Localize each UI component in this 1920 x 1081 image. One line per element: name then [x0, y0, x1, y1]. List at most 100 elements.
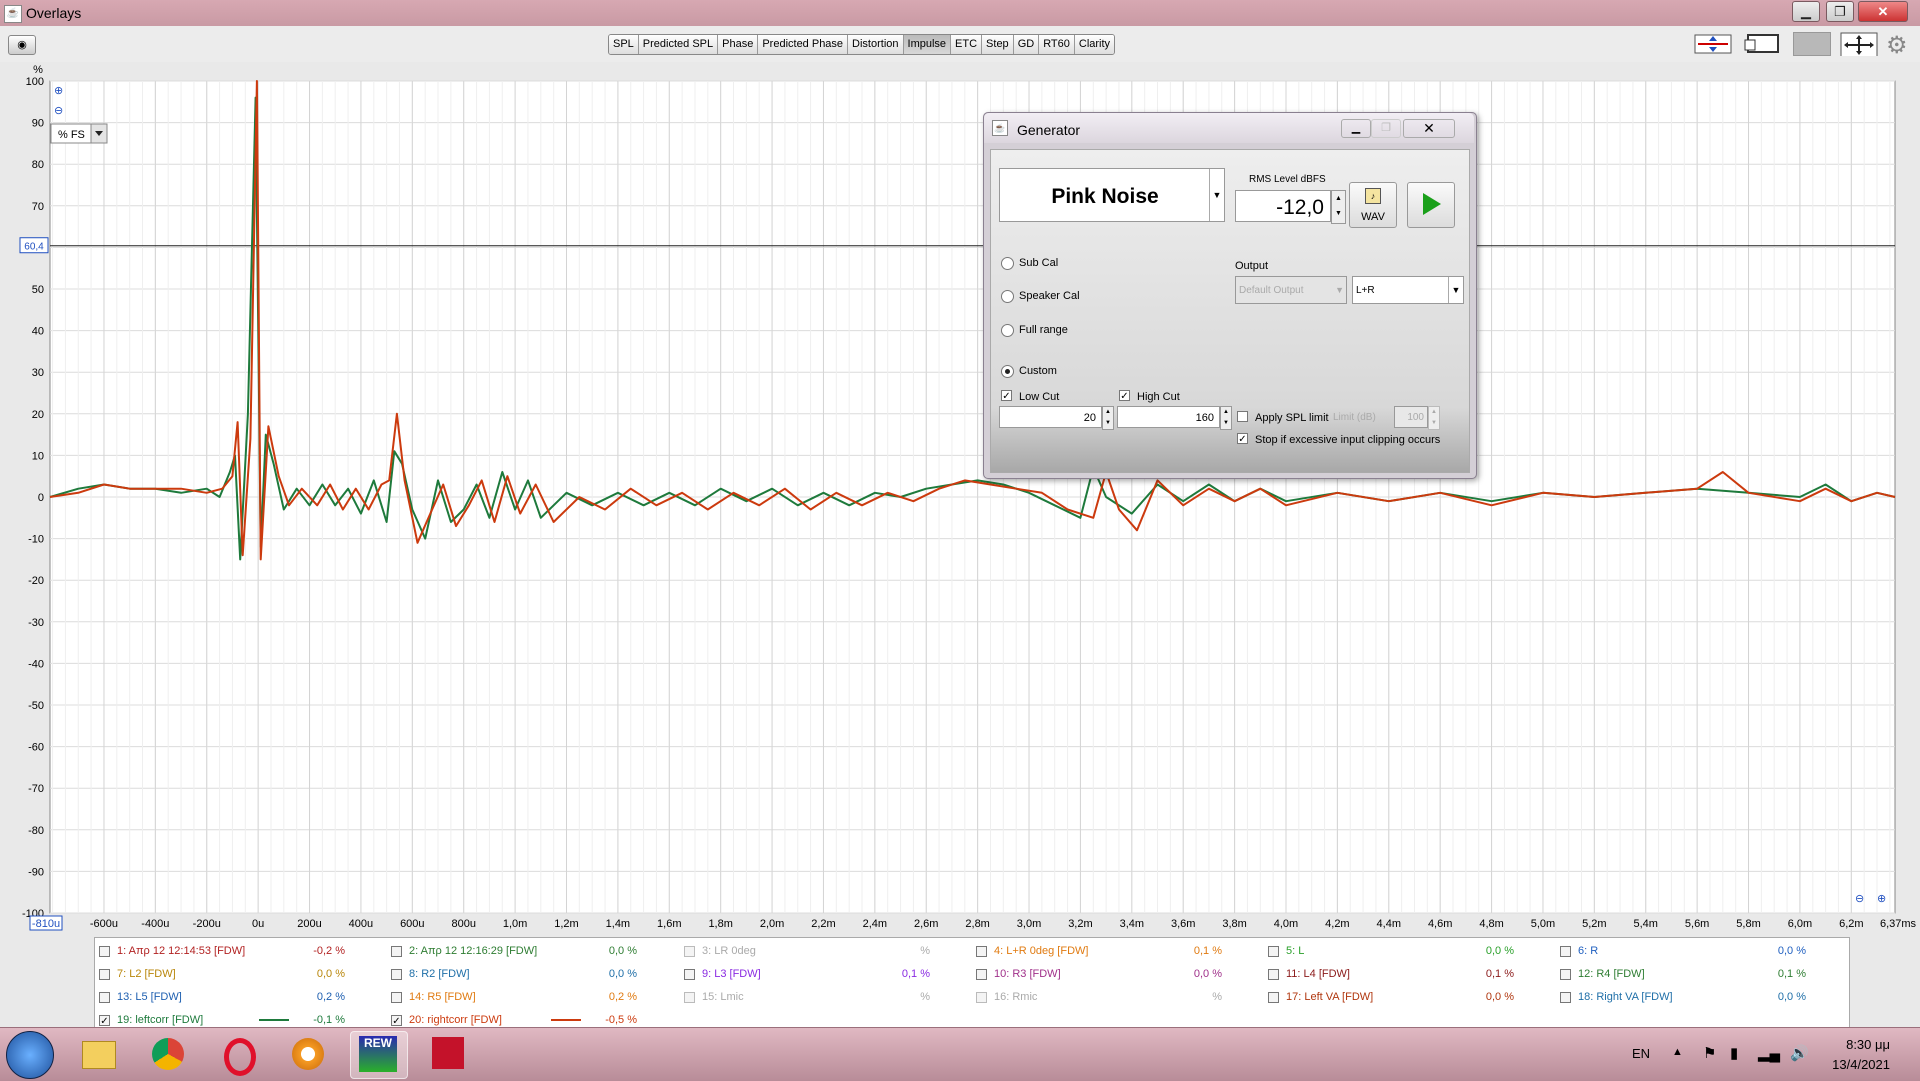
limit-input[interactable]: 100 [1394, 406, 1428, 428]
legend-checkbox[interactable] [391, 968, 402, 980]
radio-custom[interactable] [1001, 365, 1014, 378]
tab-gd[interactable]: GD [1013, 35, 1040, 54]
legend-entry[interactable]: 17: Left VA [FDW] 0,0 % [1268, 988, 1548, 1006]
play-button[interactable] [1407, 182, 1455, 228]
legend-entry[interactable]: 3: LR 0deg% [684, 942, 964, 960]
minimize-button[interactable]: ▁ [1792, 1, 1820, 22]
signal-dropdown-icon[interactable]: ▼ [1209, 169, 1224, 221]
legend-checkbox[interactable] [976, 945, 987, 957]
legend-entry[interactable]: 15: Lmic% [684, 988, 964, 1006]
legend-entry[interactable]: 18: Right VA [FDW] 0,0 % [1560, 988, 1840, 1006]
clock-date[interactable]: 13/4/2021 [1814, 1057, 1890, 1072]
tab-spl[interactable]: SPL [609, 35, 639, 54]
legend-checkbox[interactable] [1268, 991, 1279, 1003]
limits-icon[interactable] [1694, 32, 1732, 56]
high-cut-checkbox[interactable]: ✓ [1119, 390, 1130, 402]
tab-predicted-phase[interactable]: Predicted Phase [758, 35, 849, 54]
power-icon[interactable]: ▮ [1730, 1044, 1738, 1062]
legend-checkbox[interactable] [391, 945, 402, 957]
maximize-button[interactable]: ❐ [1826, 1, 1854, 22]
close-button[interactable]: ✕ [1858, 1, 1908, 22]
volume-icon[interactable]: 🔊 [1790, 1044, 1809, 1062]
tab-rt60[interactable]: RT60 [1039, 35, 1075, 54]
legend-entry[interactable]: 4: L+R 0deg [FDW] 0,1 % [976, 942, 1256, 960]
legend-entry[interactable]: 10: R3 [FDW] 0,0 % [976, 965, 1256, 983]
legend-entry[interactable]: 14: R5 [FDW] 0,2 % [391, 988, 671, 1006]
legend-entry[interactable]: 8: R2 [FDW] 0,0 % [391, 965, 671, 983]
legend-checkbox[interactable] [1560, 968, 1571, 980]
legend-checkbox[interactable] [99, 991, 110, 1003]
start-button[interactable] [6, 1031, 54, 1079]
impulse-graph[interactable]: 1009080706050403020100-10-20-30-40-50-60… [0, 62, 1920, 938]
low-cut-checkbox[interactable]: ✓ [1001, 390, 1012, 402]
tab-distortion[interactable]: Distortion [848, 35, 904, 54]
zoom-in-icon[interactable]: ⊕ [54, 85, 63, 97]
output-device-select[interactable]: Default Output ▼ [1235, 276, 1347, 304]
generator-titlebar[interactable]: ☕ Generator ▁ ❐ ✕ [984, 113, 1474, 143]
settings-gear-icon[interactable]: ⚙ [1886, 31, 1908, 60]
legend-checkbox[interactable] [99, 968, 110, 980]
move-arrows-icon[interactable] [1840, 32, 1878, 56]
browser-icon[interactable] [280, 1031, 336, 1077]
apply-spl-checkbox[interactable] [1237, 411, 1248, 422]
generator-close-button[interactable]: ✕ [1403, 119, 1455, 138]
action-center-flag-icon[interactable]: ⚑ [1703, 1044, 1716, 1062]
network-icon[interactable]: ▂▄ [1758, 1044, 1780, 1062]
legend-checkbox[interactable]: ✓ [99, 1014, 110, 1027]
show-hidden-icons[interactable]: ▲ [1672, 1046, 1683, 1058]
radio-full-range[interactable] [1001, 324, 1014, 337]
legend-checkbox[interactable] [976, 968, 987, 980]
legend-checkbox[interactable] [99, 945, 110, 957]
tab-impulse[interactable]: Impulse [903, 35, 952, 54]
rms-level-input[interactable]: -12,0 [1235, 190, 1331, 222]
wav-button[interactable]: ♪ WAV [1349, 182, 1397, 228]
tab-step[interactable]: Step [982, 35, 1014, 54]
legend-checkbox[interactable] [684, 968, 695, 980]
output-channel-select[interactable]: L+R ▼ [1352, 276, 1464, 304]
legend-entry[interactable]: 6: R 0,0 % [1560, 942, 1840, 960]
blank-panel-icon[interactable] [1793, 32, 1831, 56]
rew-app-icon[interactable]: REW [350, 1031, 408, 1079]
legend-checkbox[interactable] [1268, 968, 1279, 980]
low-cut-spinner[interactable]: ▲ ▼ [1102, 406, 1114, 430]
high-cut-input[interactable]: 160 [1117, 406, 1220, 428]
tab-predicted-spl[interactable]: Predicted SPL [638, 35, 719, 54]
language-indicator[interactable]: EN [1632, 1046, 1650, 1061]
legend-entry[interactable]: 7: L2 [FDW] 0,0 % [99, 965, 379, 983]
stop-clipping-checkbox[interactable]: ✓ [1237, 433, 1248, 445]
low-cut-input[interactable]: 20 [999, 406, 1102, 428]
radio-sub-cal[interactable] [1001, 257, 1014, 270]
opera-icon[interactable] [210, 1031, 266, 1077]
limit-spinner[interactable]: ▲ ▼ [1428, 406, 1440, 430]
legend-checkbox[interactable]: ✓ [391, 1014, 402, 1027]
legend-entry[interactable]: 13: L5 [FDW] 0,2 % [99, 988, 379, 1006]
tab-phase[interactable]: Phase [718, 35, 759, 54]
legend-checkbox[interactable] [1268, 945, 1279, 957]
legend-checkbox[interactable] [1560, 991, 1571, 1003]
x-zoom-out-icon[interactable]: ⊖ [1855, 893, 1864, 905]
chrome-icon[interactable] [140, 1031, 196, 1077]
legend-entry[interactable]: 1: Απρ 12 12:14:53 [FDW] -0,2 % [99, 942, 379, 960]
capture-icon[interactable]: ◉ [8, 35, 36, 55]
legend-entry[interactable]: 5: L 0,0 % [1268, 942, 1548, 960]
legend-entry[interactable]: 11: L4 [FDW] 0,1 % [1268, 965, 1548, 983]
x-zoom-in-icon[interactable]: ⊕ [1877, 893, 1886, 905]
tab-clarity[interactable]: Clarity [1074, 35, 1115, 54]
legend-checkbox[interactable] [976, 991, 987, 1003]
radio-speaker-cal[interactable] [1001, 290, 1014, 303]
legend-checkbox[interactable] [1560, 945, 1571, 957]
grid-app-icon[interactable] [420, 1031, 476, 1077]
generator-minimize-button[interactable]: ▁ [1341, 119, 1371, 138]
tab-etc[interactable]: ETC [951, 35, 983, 54]
legend-entry[interactable]: 2: Απρ 12 12:16:29 [FDW] 0,0 % [391, 942, 671, 960]
legend-checkbox[interactable] [684, 945, 695, 957]
explorer-icon[interactable] [70, 1031, 126, 1077]
window-layout-icon[interactable] [1744, 32, 1782, 56]
legend-entry[interactable]: 12: R4 [FDW] 0,1 % [1560, 965, 1840, 983]
zoom-out-icon[interactable]: ⊖ [54, 105, 63, 117]
legend-checkbox[interactable] [684, 991, 695, 1003]
rms-level-spinner[interactable]: ▲ ▼ [1331, 190, 1346, 224]
legend-checkbox[interactable] [391, 991, 402, 1003]
legend-entry[interactable]: 16: Rmic% [976, 988, 1256, 1006]
signal-select[interactable]: Pink Noise ▼ [999, 168, 1225, 222]
